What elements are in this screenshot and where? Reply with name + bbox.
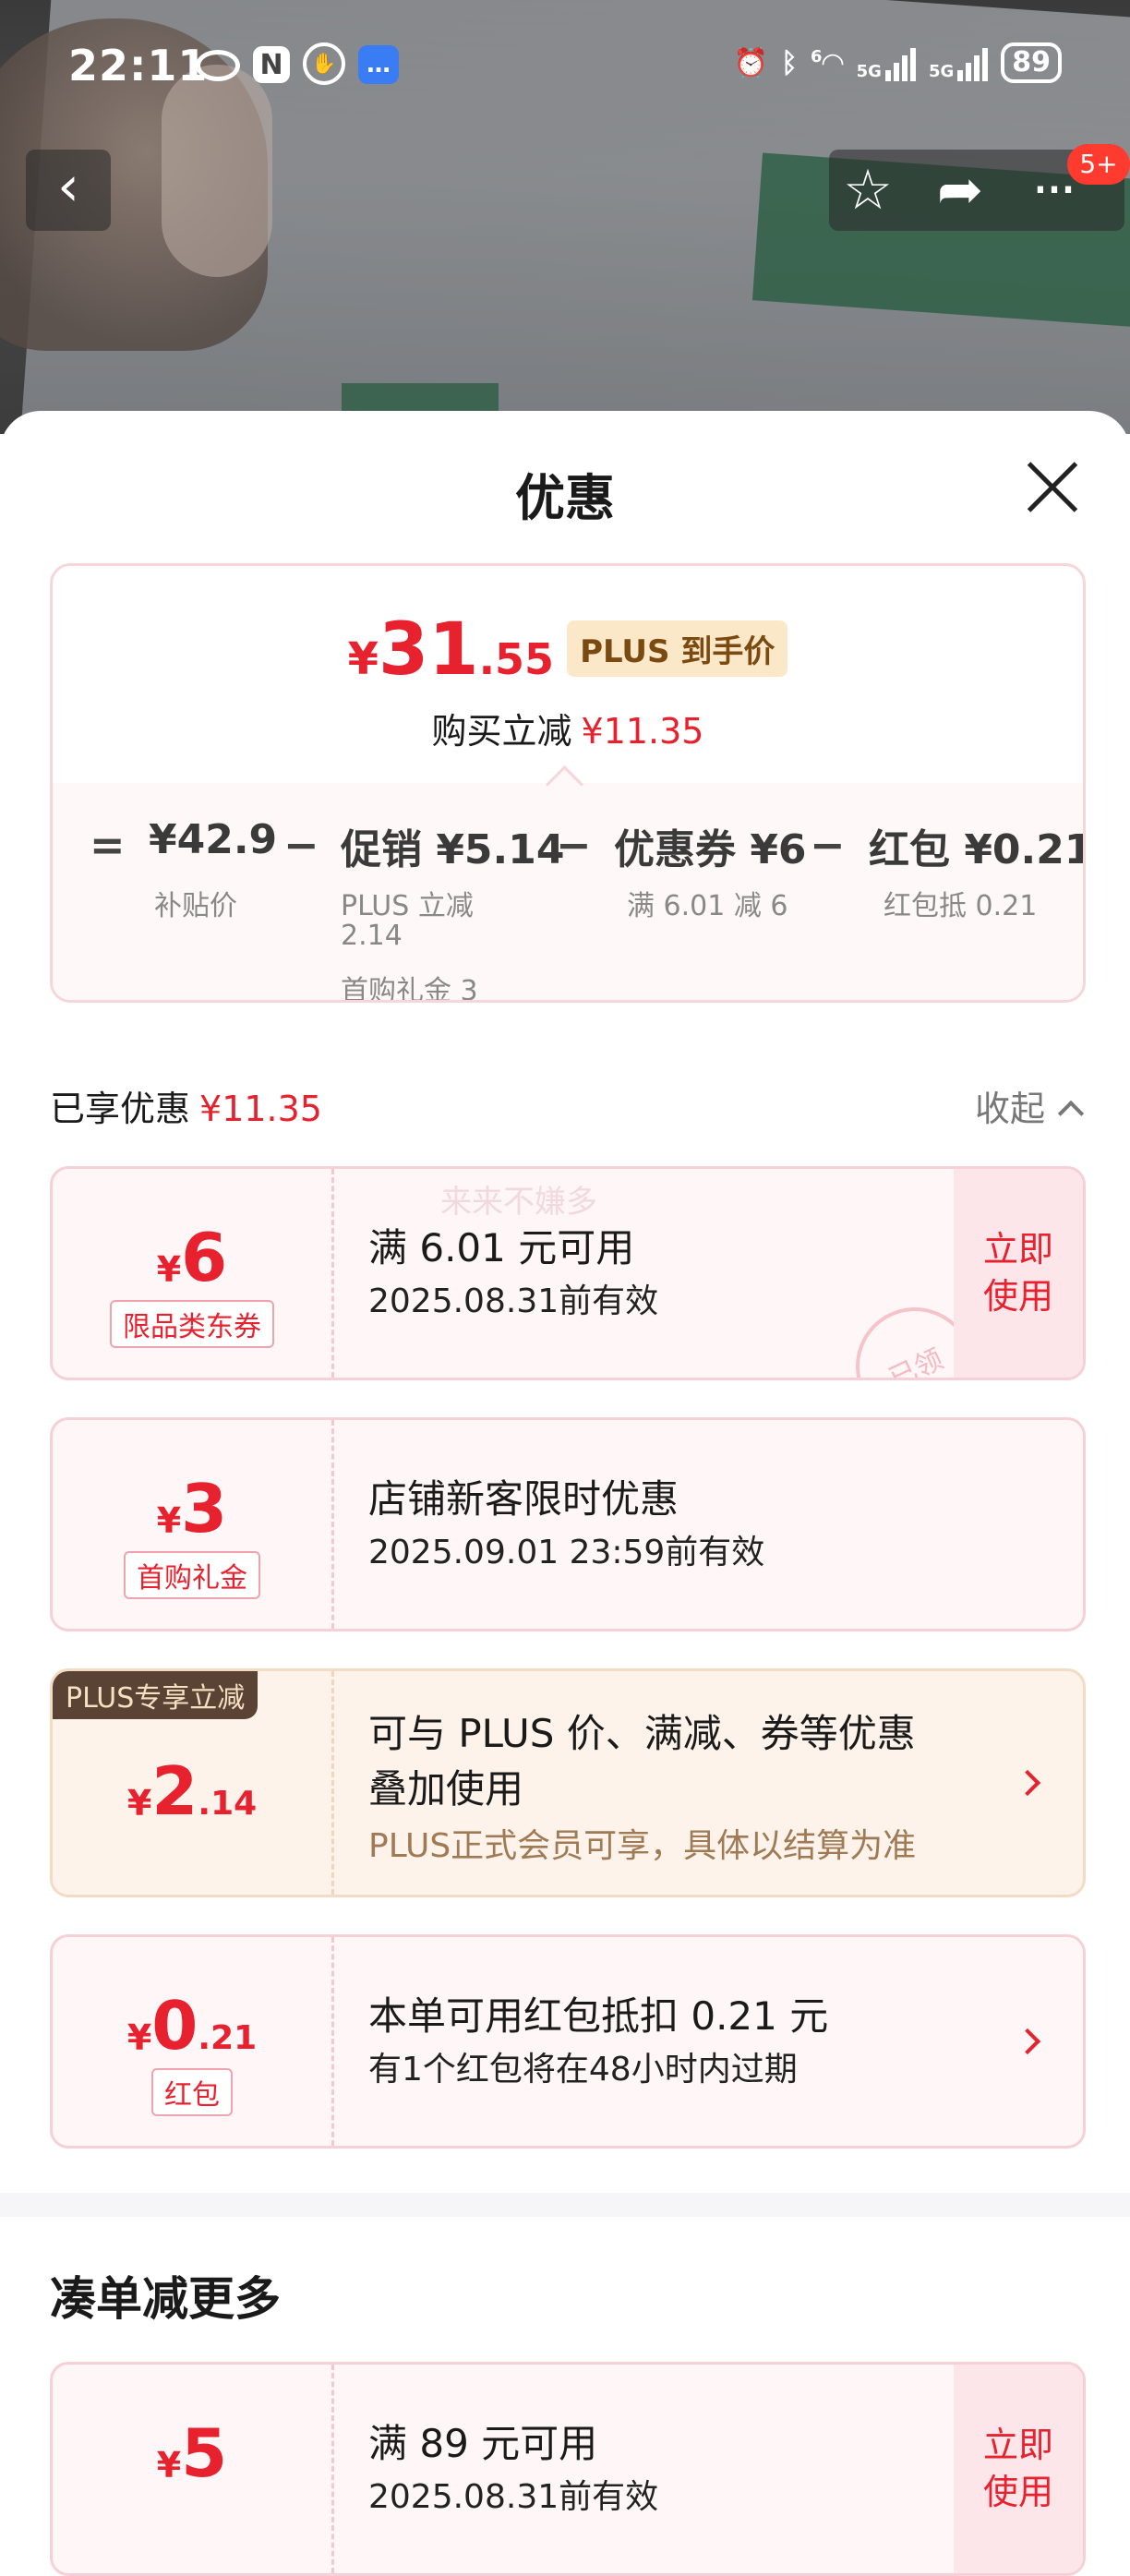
price-summary-card: ¥31.55 PLUS 到手价 购买立减 ¥11.35 = ¥42.9 补贴价 −… xyxy=(50,563,1086,1003)
chevron-right-icon xyxy=(1014,1769,1041,1797)
chevron-right-icon xyxy=(1014,2028,1041,2055)
signal-icon-2: 5G xyxy=(929,44,989,81)
notification-badge: 5+ xyxy=(1067,144,1130,185)
back-button[interactable]: ‹ xyxy=(26,150,111,231)
section-title: 凑单减更多 xyxy=(50,2272,281,2326)
close-icon[interactable] xyxy=(1025,459,1080,514)
star-icon[interactable]: ☆ xyxy=(831,150,905,231)
price-breakdown: = ¥42.9 补贴价 − 促销 ¥5.14 PLUS 立减 2.14 首购礼金… xyxy=(53,783,1083,1000)
coupon-title: 满 6.01 元可用 xyxy=(368,1225,635,1270)
enjoyed-discount: 已享优惠 ¥11.35 xyxy=(50,1089,322,1129)
redpack-sub: 红包抵 0.21 xyxy=(884,890,1038,922)
coupon-title: 可与 PLUS 价、满减、券等优惠 xyxy=(368,1711,916,1756)
coupon-amount: ¥3 xyxy=(156,1470,228,1547)
promo-sub-plus-value: 2.14 xyxy=(341,920,403,952)
reduce-line: 购买立减 ¥11.35 xyxy=(431,711,704,752)
signal-icon-1: 5G xyxy=(857,44,916,81)
battery-indicator: 89 xyxy=(1001,42,1062,83)
plus-discount-card[interactable]: PLUS专享立减 ¥2.14 可与 PLUS 价、满减、券等优惠 叠加使用 PL… xyxy=(50,1668,1086,1897)
coupon-amount: 优惠券 ¥6 xyxy=(614,826,807,873)
coupon-title-line2: 叠加使用 xyxy=(368,1766,524,1812)
use-now-button[interactable]: 立即 使用 xyxy=(954,2365,1083,2573)
coupon-expiry: 2025.08.31前有效 xyxy=(368,1282,659,1320)
coupon-amount: ¥0.21 xyxy=(126,1987,258,2064)
nfc-icon: N xyxy=(253,46,290,83)
eye-icon xyxy=(196,50,240,81)
coupon-title: 满 89 元可用 xyxy=(368,2421,598,2466)
promo-sub-plus: PLUS 立减 xyxy=(341,890,474,922)
status-time: 22:11 xyxy=(68,41,209,90)
equals-sign: = xyxy=(90,820,126,870)
coupon-sub: 满 6.01 减 6 xyxy=(627,890,788,922)
share-icon[interactable]: ➦ xyxy=(923,150,997,231)
coupon-expiry: 2025.09.01 23:59前有效 xyxy=(368,1534,765,1571)
coupon-tag: 限品类东券 xyxy=(110,1300,274,1348)
base-price-label: 补贴价 xyxy=(154,890,237,922)
coupon-title: 店铺新客限时优惠 xyxy=(368,1476,679,1522)
coupon-amount: ¥6 xyxy=(156,1219,228,1296)
redpack-amount: 红包 ¥0.21 xyxy=(869,826,1086,873)
bluetooth-icon: ᛒ xyxy=(781,46,799,79)
coupon-tag: 首购礼金 xyxy=(124,1551,260,1599)
chevron-left-icon: ‹ xyxy=(57,154,79,219)
coupon-amount: ¥5 xyxy=(156,2414,228,2492)
minus-sign: − xyxy=(556,820,592,870)
wifi-icon: 6◠ xyxy=(811,46,844,79)
use-now-button[interactable]: 立即 使用 xyxy=(954,1169,1083,1378)
promo-amount: 促销 ¥5.14 xyxy=(341,826,565,873)
coupon-card: ¥3 首购礼金 店铺新客限时优惠 2025.09.01 23:59前有效 xyxy=(50,1417,1086,1631)
sheet-title: 优惠 xyxy=(515,469,615,527)
final-price: ¥31.55 xyxy=(347,608,555,692)
promo-sub-gift: 首购礼金 3 xyxy=(341,975,478,1003)
coupon-expiry: 2025.08.31前有效 xyxy=(368,2478,659,2516)
coupon-watermark: 来来不嫌多 xyxy=(440,1184,597,1221)
coupon-title: 本单可用红包抵扣 0.21 元 xyxy=(368,1993,829,2039)
status-bar: 22:11 N ✋ … ⏰ ᛒ 6◠ 5G 5G 89 xyxy=(0,35,1130,100)
redpack-card[interactable]: ¥0.21 红包 本单可用红包抵扣 0.21 元 有1个红包将在48小时内过期 xyxy=(50,1934,1086,2149)
discount-sheet: 优惠 ¥31.55 PLUS 到手价 购买立减 ¥11.35 = ¥42.9 补贴… xyxy=(0,411,1130,2576)
coupon-tag: 红包 xyxy=(151,2068,233,2116)
message-icon: … xyxy=(358,45,399,84)
coupon-card: ¥5 满 89 元可用 2025.08.31前有效 立即 使用 xyxy=(50,2362,1086,2576)
base-price: ¥42.9 xyxy=(149,816,278,863)
hand-icon: ✋ xyxy=(303,42,345,85)
coupon-amount: ¥2.14 xyxy=(126,1752,258,1830)
collapse-button[interactable]: 收起 xyxy=(975,1080,1085,1131)
minus-sign: − xyxy=(810,820,846,870)
alarm-icon: ⏰ xyxy=(733,46,769,79)
coupon-note: 有1个红包将在48小时内过期 xyxy=(368,2051,798,2088)
plus-price-tag: PLUS 到手价 xyxy=(567,620,788,677)
chevron-up-icon xyxy=(1057,1100,1085,1127)
minus-sign: − xyxy=(283,820,319,870)
coupon-note: PLUS正式会员可享，具体以结算为准 xyxy=(368,1827,917,1865)
section-divider xyxy=(0,2193,1130,2217)
coupon-card: 来来不嫌多 ¥6 限品类东券 满 6.01 元可用 2025.08.31前有效 … xyxy=(50,1166,1086,1380)
